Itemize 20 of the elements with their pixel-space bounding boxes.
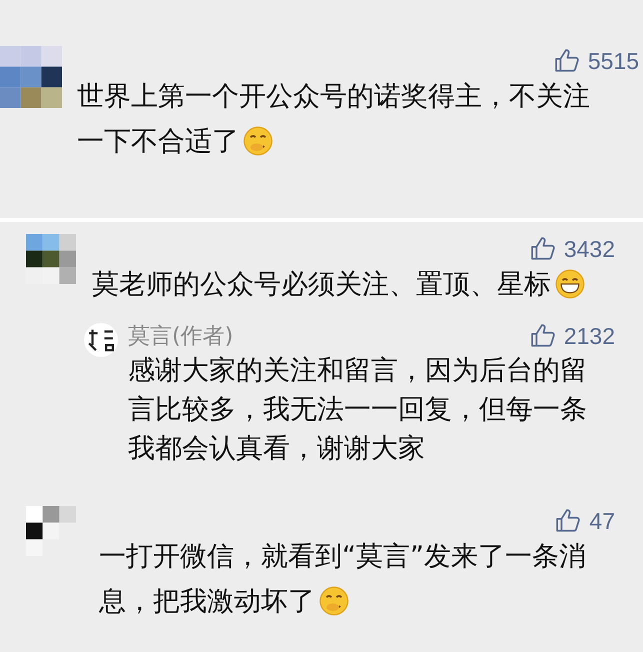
like-count: 3432: [564, 236, 615, 262]
thumbs-up-icon[interactable]: [530, 323, 556, 349]
thumbs-up-icon[interactable]: [555, 508, 582, 534]
emoji-icon: [555, 269, 585, 299]
reply-text: 感谢大家的关注和留言，因为后台的留: [128, 355, 587, 386]
comment-text: 一打开微信，就看到“莫言”发来了一条消: [99, 541, 586, 572]
like-count: 5515: [588, 48, 639, 74]
like-count: 47: [589, 508, 615, 534]
author-name: 莫言(作者): [128, 323, 234, 351]
thumbs-up-icon[interactable]: [554, 48, 580, 74]
comment-text: 世界上第一个开公众号的诺奖得主，不关注: [77, 81, 590, 112]
like-count: 2132: [564, 322, 615, 350]
reply-text: 言比较多，我无法一一回复，但每一条: [128, 394, 587, 425]
emoji-icon: [243, 126, 273, 156]
emoji-icon: [319, 586, 349, 616]
reply-text: 我都会认真看，谢谢大家: [128, 433, 425, 464]
comment-text: 莫老师的公众号必须关注、置顶、星标: [92, 269, 551, 300]
comment-text: 一下不合适了: [77, 126, 239, 157]
comment-text: 息，把我激动坏了: [99, 586, 315, 617]
thumbs-up-icon[interactable]: [530, 236, 556, 262]
